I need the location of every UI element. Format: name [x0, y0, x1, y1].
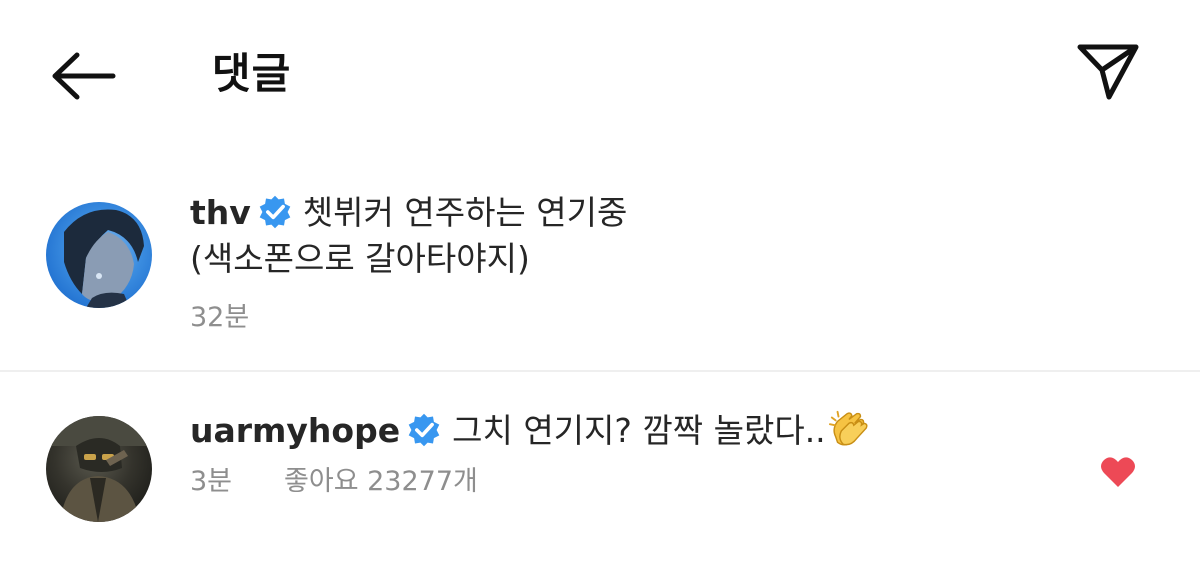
comment-text-line: uarmyhope 그치 연기지? 깜짝 놀랐다.. — [190, 408, 1080, 454]
heart-filled-icon — [1101, 457, 1135, 487]
comment-item: thv 쳇뷔커 연주하는 연기중 (색소폰으로 갈아타야지) 32분 — [0, 190, 1200, 370]
comment-body: uarmyhope 그치 연기지? 깜짝 놀랐다.. 3분 좋아요 23277개 — [190, 408, 1080, 500]
header-bar: 댓글 — [0, 0, 1200, 150]
comment-meta: 32분 — [190, 300, 1080, 336]
comment-text-line: (색소폰으로 갈아타야지) — [190, 239, 530, 278]
comment-time: 3분 — [190, 466, 233, 497]
comments-screen: 댓글 thv 쳇뷔커 연주하는 연기중 (색소폰으로 갈아타야지) 32분 ua… — [0, 0, 1200, 584]
avatar[interactable] — [46, 202, 152, 308]
comment-meta: 3분 좋아요 23277개 — [190, 464, 1080, 500]
paper-plane-icon — [1077, 44, 1139, 100]
page-title: 댓글 — [212, 49, 292, 98]
arrow-left-icon — [52, 52, 116, 100]
comment-body: thv 쳇뷔커 연주하는 연기중 (색소폰으로 갈아타야지) 32분 — [190, 190, 1080, 336]
comment-text: 쳇뷔커 연주하는 연기중 — [302, 193, 628, 232]
avatar-photo — [64, 209, 144, 308]
avatar-photo — [46, 416, 152, 522]
comment-item: uarmyhope 그치 연기지? 깜짝 놀랐다.. 3분 좋아요 23277개 — [0, 372, 1200, 584]
username[interactable]: uarmyhope — [190, 411, 400, 450]
likes-count[interactable]: 좋아요 23277개 — [284, 466, 478, 497]
username[interactable]: thv — [190, 193, 251, 232]
comment-text-line: thv 쳇뷔커 연주하는 연기중 — [190, 190, 1080, 236]
verified-badge-icon — [259, 195, 291, 229]
like-button[interactable] — [1098, 452, 1138, 492]
comment-text: 그치 연기지? 깜짝 놀랐다.. — [452, 411, 826, 450]
avatar[interactable] — [46, 416, 152, 522]
share-button[interactable] — [1070, 38, 1146, 106]
clapping-hands-icon — [828, 410, 868, 446]
comment-time: 32분 — [190, 302, 250, 333]
back-button[interactable] — [44, 46, 120, 106]
verified-badge-icon — [408, 413, 440, 447]
